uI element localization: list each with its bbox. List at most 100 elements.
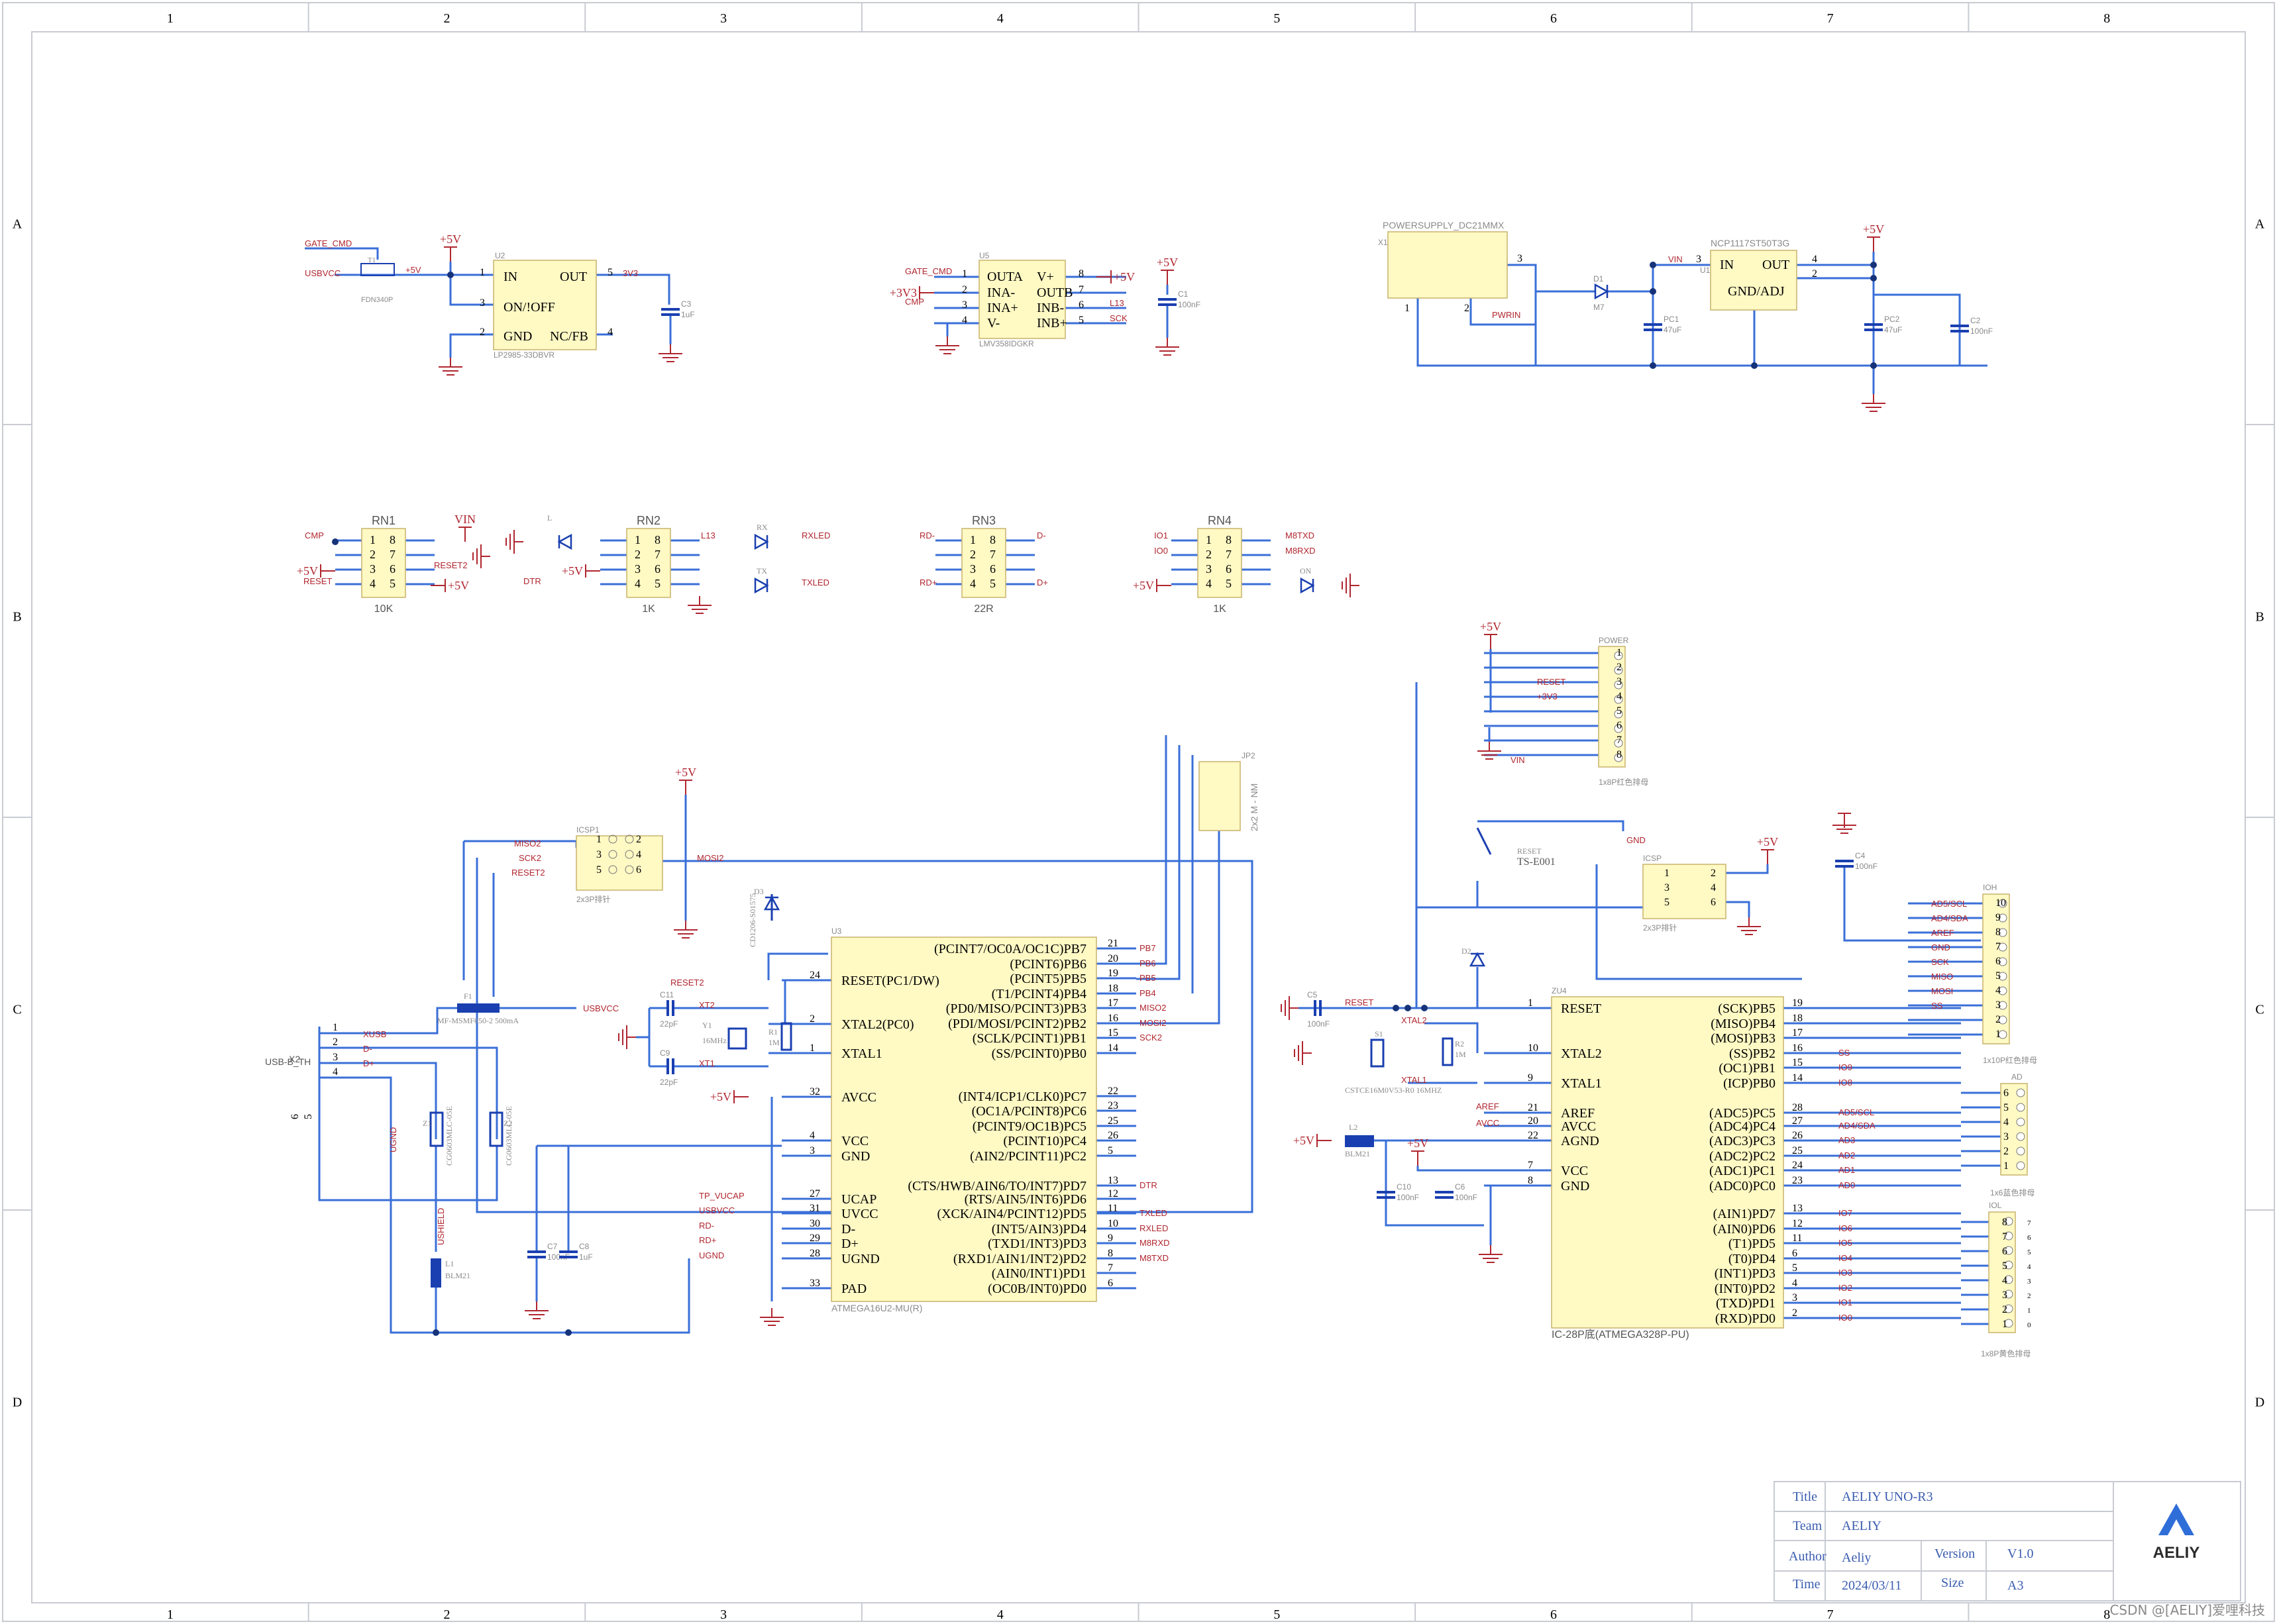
label-text: 13 [1108,1175,1118,1186]
frame-col-label: 5 [1273,11,1280,26]
label-text: GND/ADJ [1728,284,1785,299]
label-text: 4 [1616,691,1622,702]
label-text: IN [503,270,517,284]
net-label: SCK [1931,957,1949,967]
net-label: AD5/SCL [1838,1107,1874,1117]
label-text: 4 [370,577,376,590]
tb-size-label: Size [1941,1576,1964,1590]
label-text: 1 [635,533,641,546]
label-text: 3 [1616,676,1622,687]
label-text: 17 [1792,1027,1803,1039]
net-label: AD4/SDA [1931,913,1968,923]
label-text: Z1 [423,1119,431,1128]
cap-ref: C6 [1455,1182,1465,1192]
frame-col-label: 7 [1827,11,1834,26]
power-label: +5V [1157,256,1178,269]
net-label: 3V3 [623,268,638,278]
junction-dot [1870,262,1877,268]
label-text: 9 [1995,912,2001,923]
label-text: (TXD1/INT3)PD3 [988,1237,1086,1251]
label-text: 4 [636,849,641,860]
label-text: FDN340P [361,296,393,304]
label-text: UGND [841,1252,880,1266]
frame-row-label: D [2255,1396,2264,1410]
label-text: 1K [1213,603,1226,615]
label-text: 2 [810,1013,815,1025]
net-label: GND [1626,835,1646,845]
net-label: IO1 [1154,531,1168,540]
label-text: 5 [303,1114,314,1119]
net-label: IO1 [1838,1297,1852,1307]
label-text: 4 [1812,254,1817,265]
label-text: 2 [1792,1307,1797,1319]
net-label: D- [1037,531,1046,540]
label-text: (INT1)PD3 [1715,1266,1775,1281]
header-pin [2016,1088,2025,1097]
label-text: 8 [1226,533,1232,546]
label-text: ICSP1 [576,825,600,835]
label-text: 7 [2002,1231,2007,1243]
inner-border [31,31,2246,1603]
label-text: 7 [1079,284,1084,295]
label-text: (PCINT6)PB6 [1010,957,1086,972]
label-text: 15 [1792,1057,1803,1068]
net-label: USBVCC [583,1003,619,1013]
label-text: (ADC3)PC3 [1709,1134,1775,1148]
net-label: AD1 [1838,1165,1855,1175]
label-text: AGND [1561,1134,1599,1148]
net-label: IO3 [1838,1268,1852,1278]
label-text: 3 [2002,1290,2007,1301]
label-text: OUTA [987,270,1024,284]
cap-ref: C10 [1397,1182,1411,1192]
label-text: PAD [841,1282,867,1296]
label-text: AVCC [841,1090,876,1105]
net-label: MOSI2 [697,853,723,863]
label-text: 12 [1108,1188,1118,1199]
label-text: 3 [1664,882,1669,893]
net-label: DTR [1139,1180,1157,1190]
net-label: PB5 [1139,973,1156,983]
label-text: 3 [962,299,967,311]
label-text: 2 [1616,662,1622,673]
label-text: ATMEGA16U2-MU(R) [831,1303,922,1313]
cap-value: 100nF [1397,1193,1419,1202]
tb-team-label: Team [1793,1519,1823,1533]
label-text: 1 [1206,533,1212,546]
label-text: 1 [1664,868,1669,879]
label-text: 23 [1108,1100,1118,1111]
label-text: RN1 [372,514,396,527]
label-text: 3 [2027,1278,2031,1286]
header-pin [2016,1161,2025,1170]
label-text: AVCC [1561,1119,1596,1134]
label-text: XTAL1 [841,1046,882,1061]
label-text: RESET(PC1/DW) [841,974,939,988]
cap-ref: PC2 [1884,315,1900,324]
label-text: 4 [810,1130,815,1141]
wire [1477,820,1624,831]
header-pin [2016,1103,2025,1112]
u2-ref: U2 [495,251,505,260]
label-text: 5 [2027,1248,2031,1256]
label-text: D+ [841,1237,859,1251]
label-text: 3 [2003,1131,2009,1142]
net-label: IO7 [1838,1208,1852,1218]
net-label: SCK2 [519,853,541,863]
power-label: VIN [454,513,476,526]
label-text: 7 [1995,941,2001,952]
label-text: 3 [1517,253,1522,264]
label-text: 6 [1108,1278,1113,1289]
label-text: 24 [810,970,820,981]
label-text: 3 [596,849,602,860]
net-label: TP_VUCAP [699,1191,745,1201]
net-label: UGND [388,1127,398,1152]
label-text: 2 [636,834,641,845]
net-label: USBVCC [699,1205,735,1215]
net-label: RESET [1345,997,1373,1007]
label-text: (AIN0/INT1)PD1 [992,1266,1086,1281]
net-label: M8TXD [1139,1253,1169,1263]
diode [557,533,572,550]
label-text: INA+ [987,301,1018,315]
net-label: MOSI [1931,986,1953,996]
icsp1-body [576,835,663,891]
label-text: 19 [1792,997,1803,1009]
